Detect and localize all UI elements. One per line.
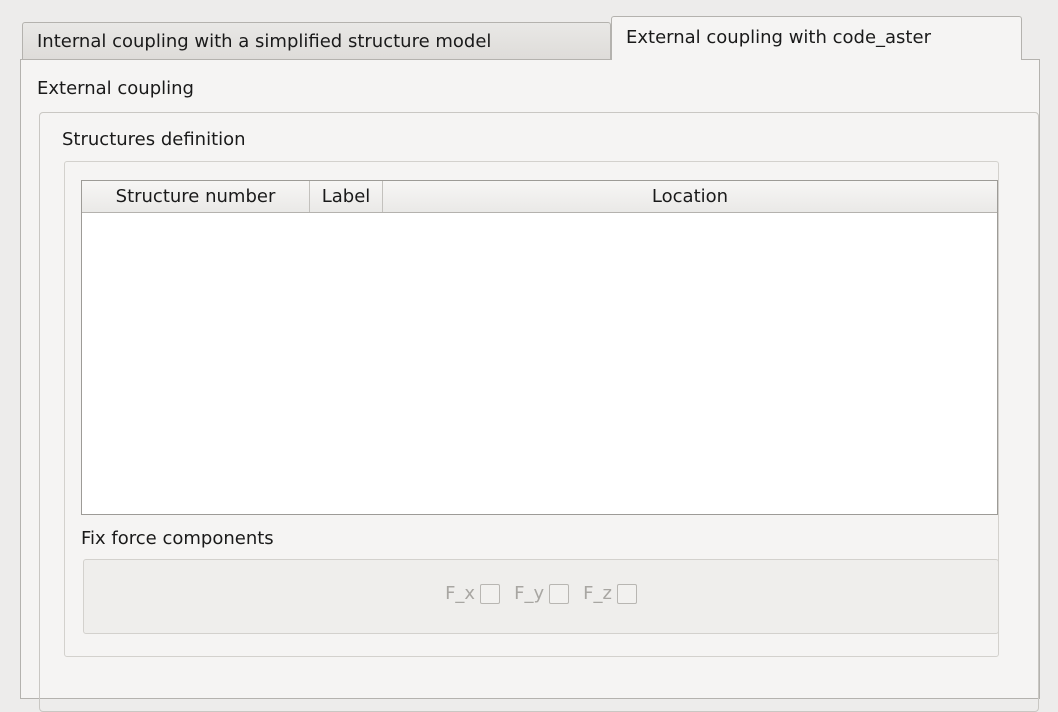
column-header-structure-number[interactable]: Structure number (82, 181, 310, 212)
tab-internal-coupling[interactable]: Internal coupling with a simplified stru… (22, 22, 611, 59)
table-header: Structure number Label Location (82, 181, 997, 213)
pane-title: External coupling (37, 78, 194, 99)
external-coupling-pane: External coupling Structures definition … (20, 59, 1040, 712)
tab-internal-coupling-label: Internal coupling with a simplified stru… (37, 31, 492, 52)
fix-force-components-title: Fix force components (81, 528, 274, 549)
fix-force-components-box: F_x F_y F_z (83, 559, 999, 634)
fz-checkbox[interactable] (616, 583, 637, 604)
fy-checkbox[interactable] (549, 583, 570, 604)
fz-label: F_z (583, 583, 612, 604)
structures-inner-group: Structure number Label Location Fix forc… (64, 161, 999, 657)
structures-table[interactable]: Structure number Label Location (81, 180, 998, 515)
column-header-label[interactable]: Label (310, 181, 383, 212)
fy-option: F_y (514, 583, 570, 604)
fx-checkbox[interactable] (480, 583, 501, 604)
column-header-location[interactable]: Location (383, 181, 997, 212)
tab-external-coupling[interactable]: External coupling with code_aster (611, 16, 1022, 60)
structures-definition-title: Structures definition (62, 129, 246, 150)
fx-option: F_x (445, 583, 501, 604)
structures-definition-group: Structures definition Structure number L… (39, 112, 1039, 712)
fz-option: F_z (583, 583, 637, 604)
fx-label: F_x (445, 583, 476, 604)
fy-label: F_y (514, 583, 545, 604)
tab-external-coupling-label: External coupling with code_aster (626, 27, 931, 48)
